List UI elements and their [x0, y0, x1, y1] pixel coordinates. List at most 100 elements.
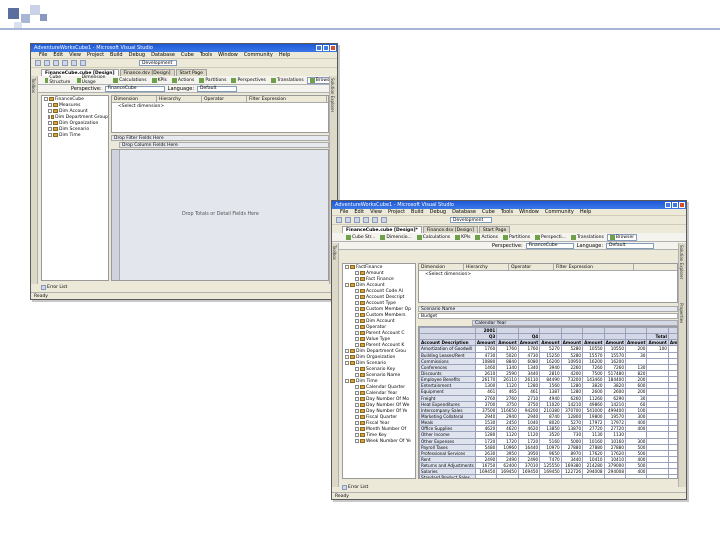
toolbox-tab[interactable]: Toolbox [332, 243, 337, 262]
menu-item-build[interactable]: Build [110, 52, 123, 58]
open-icon[interactable] [44, 60, 50, 66]
configuration-combo[interactable]: Development [450, 217, 492, 223]
expand-icon[interactable] [355, 277, 359, 281]
window-titlebar[interactable]: AdventureWorksCube1 - Microsoft Visual S… [332, 201, 686, 209]
menu-item-file[interactable]: File [340, 209, 348, 215]
expand-icon[interactable] [355, 289, 359, 293]
expand-icon[interactable] [355, 307, 359, 311]
pivot-row-field-header[interactable]: Account Description [419, 339, 476, 347]
expand-icon[interactable] [355, 427, 359, 431]
cut-icon[interactable] [363, 217, 369, 223]
cube-tab[interactable]: Translations [569, 234, 606, 241]
new-project-icon[interactable] [35, 60, 41, 66]
menu-item-view[interactable]: View [69, 52, 81, 58]
expand-icon[interactable] [48, 121, 52, 125]
tree-item[interactable]: Week Number Of Ye [343, 438, 415, 444]
save-icon[interactable] [53, 60, 59, 66]
expand-icon[interactable] [355, 319, 359, 323]
menu-item-project[interactable]: Project [87, 52, 104, 58]
expand-icon[interactable] [48, 109, 52, 113]
expand-icon[interactable] [345, 283, 349, 287]
menu-item-cube[interactable]: Cube [482, 209, 495, 215]
cube-tab[interactable]: Calculations [415, 234, 452, 241]
menu-item-community[interactable]: Community [545, 209, 574, 215]
pivot-row-label[interactable]: Standard Product Sales [419, 474, 476, 478]
language-combo[interactable]: Default [606, 242, 655, 249]
undo-icon[interactable] [381, 217, 387, 223]
expand-icon[interactable] [48, 127, 52, 131]
expand-icon[interactable] [355, 295, 359, 299]
pivot-drop-area[interactable]: Drop Totals or Detail Fields Here [111, 149, 329, 281]
expand-icon[interactable] [48, 133, 52, 137]
select-dimension-cell[interactable]: <Select dimension> [419, 271, 677, 277]
expand-icon[interactable] [355, 373, 359, 377]
expand-icon[interactable] [355, 331, 359, 335]
expand-icon[interactable] [355, 439, 359, 443]
menu-item-tools[interactable]: Tools [200, 52, 212, 58]
maximize-icon[interactable] [323, 45, 329, 51]
row-fields-drop-zone[interactable] [112, 150, 120, 280]
column-fields-drop-zone[interactable]: Drop Column Fields Here [119, 142, 329, 148]
cut-icon[interactable] [62, 60, 68, 66]
error-list-tab[interactable]: Error List [41, 284, 67, 291]
menu-item-window[interactable]: Window [218, 52, 238, 58]
expand-icon[interactable] [44, 97, 48, 101]
properties-tab[interactable]: Properties [679, 301, 684, 325]
copy-icon[interactable] [71, 60, 77, 66]
menu-item-help[interactable]: Help [279, 52, 290, 58]
cube-tab[interactable]: Browser [606, 233, 638, 241]
menu-item-window[interactable]: Window [519, 209, 539, 215]
expand-icon[interactable] [355, 301, 359, 305]
close-icon[interactable] [679, 202, 685, 208]
toolbox-strip[interactable]: Toolbox [332, 243, 339, 487]
expand-icon[interactable] [355, 337, 359, 341]
solution-explorer-tab[interactable]: Solution Explorer [679, 243, 684, 281]
cube-tab[interactable]: Dimensio... [378, 234, 413, 241]
open-icon[interactable] [345, 217, 351, 223]
expand-icon[interactable] [355, 421, 359, 425]
menu-item-community[interactable]: Community [244, 52, 273, 58]
cube-tab[interactable]: Actions [170, 77, 196, 84]
expand-icon[interactable] [355, 433, 359, 437]
document-tab[interactable]: FinanceCube.cube [Design]* [342, 226, 422, 233]
scenario-filter-value[interactable]: Budget [418, 313, 678, 319]
cube-tab[interactable]: Translations [269, 77, 306, 84]
close-icon[interactable] [330, 45, 336, 51]
menu-item-build[interactable]: Build [411, 209, 424, 215]
document-tab[interactable]: Finance.dsv [Design] [422, 226, 478, 233]
menu-item-database[interactable]: Database [452, 209, 476, 215]
filter-fields-drop-zone[interactable]: Drop Filter Fields Here [111, 135, 329, 141]
perspective-combo[interactable]: FinanceCube [525, 242, 574, 249]
cube-tab[interactable]: Partitions [501, 234, 532, 241]
cube-tab[interactable]: KPIs [150, 77, 169, 84]
scenario-filter-field[interactable]: Scenario Name [421, 307, 455, 312]
minimize-icon[interactable] [316, 45, 322, 51]
menu-item-tools[interactable]: Tools [501, 209, 513, 215]
expand-icon[interactable] [355, 409, 359, 413]
expand-icon[interactable] [355, 271, 359, 275]
new-project-icon[interactable] [336, 217, 342, 223]
toolbox-tab[interactable]: Toolbox [31, 76, 36, 95]
document-tab[interactable]: Finance.dsv [Design] [119, 69, 175, 76]
expand-icon[interactable] [345, 379, 349, 383]
solution-explorer-tab[interactable]: Solution Explorer [330, 76, 335, 114]
cube-tab[interactable]: Cube Str... [344, 234, 377, 241]
expand-icon[interactable] [345, 349, 349, 353]
cube-tab[interactable]: Calculations [111, 77, 148, 84]
expand-icon[interactable] [355, 391, 359, 395]
menu-item-edit[interactable]: Edit [53, 52, 63, 58]
expand-icon[interactable] [345, 265, 349, 269]
menu-item-cube[interactable]: Cube [181, 52, 194, 58]
configuration-combo[interactable]: Development [139, 60, 177, 66]
menu-item-debug[interactable]: Debug [129, 52, 145, 58]
perspective-combo[interactable]: FinanceCube [104, 85, 165, 92]
document-tab[interactable]: Start Page [175, 69, 207, 76]
expand-icon[interactable] [355, 397, 359, 401]
menu-item-file[interactable]: File [39, 52, 47, 58]
undo-icon[interactable] [80, 60, 86, 66]
expand-icon[interactable] [355, 385, 359, 389]
cube-tab[interactable]: Perspecti... [533, 234, 568, 241]
maximize-icon[interactable] [672, 202, 678, 208]
menu-item-database[interactable]: Database [151, 52, 175, 58]
copy-icon[interactable] [372, 217, 378, 223]
